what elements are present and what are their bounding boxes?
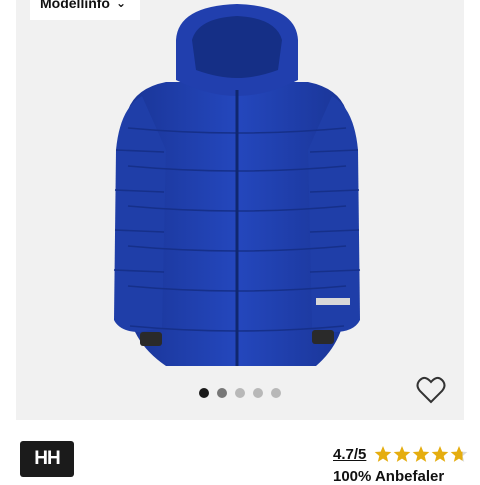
star-icon — [413, 446, 430, 462]
product-rating[interactable]: 4.7/5 — [333, 445, 468, 463]
brand-logo-text: HH — [34, 448, 60, 469]
product-image-jacket — [113, 4, 361, 366]
rating-stars — [374, 445, 468, 463]
star-icon — [394, 446, 411, 462]
carousel-pagination — [16, 388, 464, 398]
carousel-dot[interactable] — [253, 388, 263, 398]
carousel-dot[interactable] — [271, 388, 281, 398]
heart-outline-icon[interactable] — [416, 376, 446, 404]
chevron-down-icon: ⌄ — [116, 0, 127, 10]
recommend-percentage: 100% Anbefaler — [333, 468, 445, 485]
brand-logo[interactable]: HH — [20, 441, 74, 477]
rating-value[interactable]: 4.7/5 — [333, 446, 366, 463]
carousel-dot[interactable] — [217, 388, 227, 398]
model-info-button[interactable]: Modellinfo ⌄ — [30, 0, 140, 20]
carousel-dot[interactable] — [235, 388, 245, 398]
star-icon — [451, 446, 468, 462]
carousel-dot[interactable] — [199, 388, 209, 398]
star-icon — [432, 446, 449, 462]
model-info-label: Modellinfo — [40, 0, 110, 11]
product-gallery: Modellinfo ⌄ — [16, 0, 464, 420]
star-icon — [375, 446, 392, 462]
